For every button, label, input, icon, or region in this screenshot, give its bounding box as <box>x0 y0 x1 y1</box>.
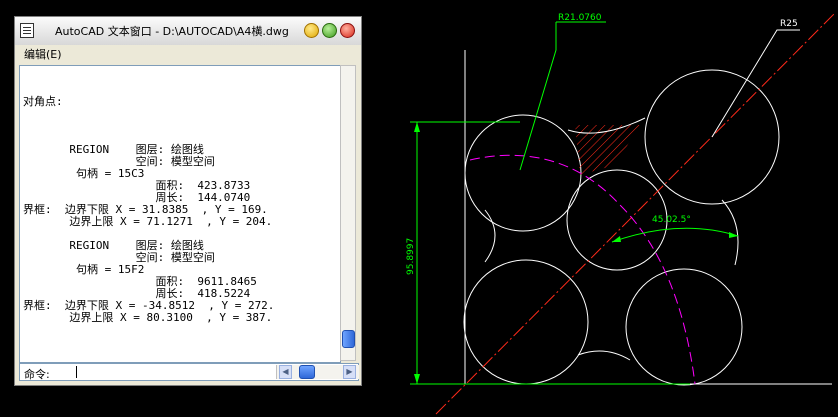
centerline <box>435 13 835 415</box>
dim-angle-arrow-left <box>612 236 621 242</box>
dim-label-angle: 45.02.5° <box>652 215 691 225</box>
leader-r25 <box>711 29 800 138</box>
dim-label-height: 95.8997 <box>406 238 416 275</box>
dim-angle-arrow-right <box>729 232 738 238</box>
fillet-arc-bottom <box>577 350 631 361</box>
dim-label-r21: R21.0760 <box>558 13 602 23</box>
drawing-canvas[interactable]: R21.0760 R25 95.8997 45.02.5° <box>0 0 838 417</box>
circle-bottom-left <box>463 259 589 385</box>
circle-top-left <box>464 114 582 232</box>
dim-arrow-top <box>414 122 420 132</box>
construction-arc <box>469 154 696 385</box>
hatched-region <box>575 125 640 175</box>
dim-angle-arc <box>611 227 739 243</box>
dim-label-r25: R25 <box>780 19 798 29</box>
leader-r21 <box>519 22 557 171</box>
dim-arrow-bottom <box>414 374 420 384</box>
